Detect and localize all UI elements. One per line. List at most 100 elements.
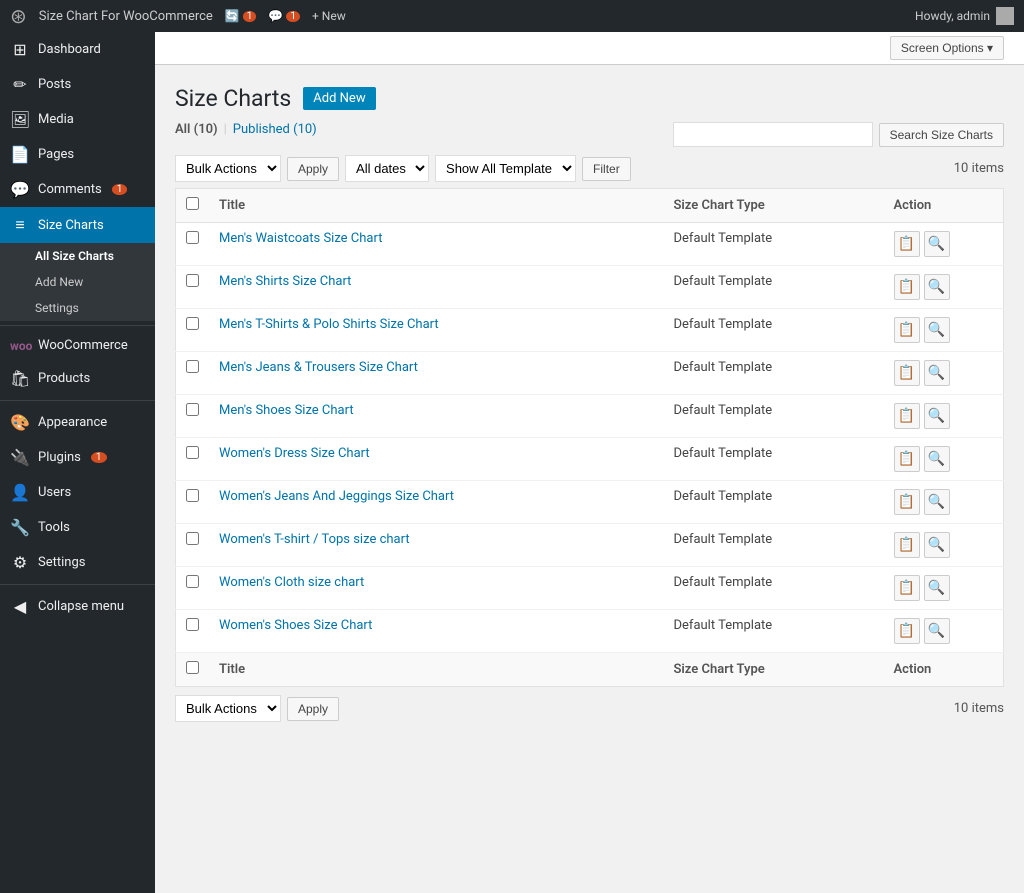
edit-icon-1[interactable]: 📋 xyxy=(894,274,920,300)
edit-icon-2[interactable]: 📋 xyxy=(894,317,920,343)
table-footer: Title Size Chart Type Action xyxy=(176,653,1004,687)
row-checkbox-cell xyxy=(176,352,210,395)
top-toolbar: Bulk Actions Apply All dates Show All Te… xyxy=(175,155,631,182)
submenu-item-settings[interactable]: Settings xyxy=(0,295,155,321)
row-type-cell: Default Template xyxy=(664,266,884,309)
select-all-checkbox-top[interactable] xyxy=(186,197,199,210)
sidebar-item-posts[interactable]: ✏ Posts xyxy=(0,67,155,102)
edit-icon-8[interactable]: 📋 xyxy=(894,575,920,601)
select-all-checkbox-bottom[interactable] xyxy=(186,661,199,674)
action-icons: 📋 🔍 xyxy=(894,575,994,601)
copy-icon-6[interactable]: 🔍 xyxy=(924,489,950,515)
edit-icon-4[interactable]: 📋 xyxy=(894,403,920,429)
copy-icon-4[interactable]: 🔍 xyxy=(924,403,950,429)
table-row: Women's Dress Size Chart Default Templat… xyxy=(176,438,1004,481)
row-checkbox-2[interactable] xyxy=(186,317,199,330)
filter-published-link[interactable]: Published (10) xyxy=(233,122,317,147)
row-action-cell: 📋 🔍 xyxy=(884,610,1004,653)
new-content-item[interactable]: + New xyxy=(312,9,346,23)
copy-icon-2[interactable]: 🔍 xyxy=(924,317,950,343)
row-title-link[interactable]: Women's T-shirt / Tops size chart xyxy=(219,532,410,547)
all-dates-select[interactable]: All dates xyxy=(345,155,429,182)
row-checkbox-0[interactable] xyxy=(186,231,199,244)
site-name[interactable]: Size Chart For WooCommerce xyxy=(39,9,213,24)
sidebar-item-products-label: Products xyxy=(38,371,90,386)
table-row: Men's Shirts Size Chart Default Template… xyxy=(176,266,1004,309)
row-title-link[interactable]: Men's Shirts Size Chart xyxy=(219,274,351,289)
screen-options-button[interactable]: Screen Options ▾ xyxy=(890,36,1004,60)
row-checkbox-9[interactable] xyxy=(186,618,199,631)
sidebar-item-plugins[interactable]: 🔌 Plugins 1 xyxy=(0,440,155,475)
edit-icon-0[interactable]: 📋 xyxy=(894,231,920,257)
sidebar-item-collapse[interactable]: ◀ Collapse menu xyxy=(0,589,155,624)
copy-icon-0[interactable]: 🔍 xyxy=(924,231,950,257)
bulk-actions-select-top[interactable]: Bulk Actions xyxy=(175,155,281,182)
updates-item[interactable]: 🔄 1 xyxy=(225,9,257,23)
sidebar-item-settings[interactable]: ⚙ Settings xyxy=(0,545,155,580)
row-checkbox-7[interactable] xyxy=(186,532,199,545)
show-all-template-select[interactable]: Show All Template xyxy=(435,155,576,182)
sidebar-item-woocommerce[interactable]: woo WooCommerce xyxy=(0,330,155,361)
copy-icon-9[interactable]: 🔍 xyxy=(924,618,950,644)
copy-icon-7[interactable]: 🔍 xyxy=(924,532,950,558)
comments-item[interactable]: 💬 1 xyxy=(268,9,300,23)
sidebar-item-media[interactable]: 🖼 Media xyxy=(0,102,155,137)
table-row: Women's Jeans And Jeggings Size Chart De… xyxy=(176,481,1004,524)
edit-icon-5[interactable]: 📋 xyxy=(894,446,920,472)
screen-options-bar: Screen Options ▾ xyxy=(155,32,1024,65)
row-checkbox-3[interactable] xyxy=(186,360,199,373)
table-body: Men's Waistcoats Size Chart Default Temp… xyxy=(176,223,1004,653)
add-new-button[interactable]: Add New xyxy=(303,87,375,110)
edit-icon-3[interactable]: 📋 xyxy=(894,360,920,386)
row-title-link[interactable]: Women's Cloth size chart xyxy=(219,575,364,590)
table-header-title[interactable]: Title xyxy=(209,189,664,223)
row-title-link[interactable]: Men's Jeans & Trousers Size Chart xyxy=(219,360,418,375)
row-action-cell: 📋 🔍 xyxy=(884,481,1004,524)
row-title-link[interactable]: Women's Jeans And Jeggings Size Chart xyxy=(219,489,454,504)
wp-logo-icon: ⊛ xyxy=(10,4,27,28)
sidebar-item-dashboard[interactable]: ⊞ Dashboard xyxy=(0,32,155,67)
row-checkbox-8[interactable] xyxy=(186,575,199,588)
copy-icon-5[interactable]: 🔍 xyxy=(924,446,950,472)
table-footer-title: Title xyxy=(209,653,664,687)
row-action-cell: 📋 🔍 xyxy=(884,524,1004,567)
row-checkbox-cell xyxy=(176,266,210,309)
edit-icon-9[interactable]: 📋 xyxy=(894,618,920,644)
bulk-actions-select-bottom[interactable]: Bulk Actions xyxy=(175,695,281,722)
copy-icon-3[interactable]: 🔍 xyxy=(924,360,950,386)
row-action-cell: 📋 🔍 xyxy=(884,395,1004,438)
apply-button-bottom[interactable]: Apply xyxy=(287,697,339,721)
sidebar-item-appearance[interactable]: 🎨 Appearance xyxy=(0,405,155,440)
submenu-item-add-new[interactable]: Add New xyxy=(0,269,155,295)
sidebar-item-pages[interactable]: 📄 Pages xyxy=(0,137,155,172)
sidebar-item-products[interactable]: 🛍 Products xyxy=(0,361,155,396)
filter-button[interactable]: Filter xyxy=(582,157,631,181)
search-input[interactable] xyxy=(673,122,873,147)
apply-button-top[interactable]: Apply xyxy=(287,157,339,181)
tablenav-top: Bulk Actions Apply All dates Show All Te… xyxy=(175,155,1004,182)
search-size-charts-button[interactable]: Search Size Charts xyxy=(879,123,1004,147)
sidebar-item-users[interactable]: 👤 Users xyxy=(0,475,155,510)
admin-sidebar: ⊞ Dashboard ✏ Posts 🖼 Media 📄 Pages 💬 Co… xyxy=(0,32,155,893)
edit-icon-7[interactable]: 📋 xyxy=(894,532,920,558)
sidebar-item-comments[interactable]: 💬 Comments 1 xyxy=(0,172,155,207)
row-checkbox-5[interactable] xyxy=(186,446,199,459)
copy-icon-8[interactable]: 🔍 xyxy=(924,575,950,601)
sidebar-item-tools[interactable]: 🔧 Tools xyxy=(0,510,155,545)
copy-icon-1[interactable]: 🔍 xyxy=(924,274,950,300)
sidebar-item-size-charts[interactable]: ≡ Size Charts xyxy=(0,207,155,243)
row-checkbox-6[interactable] xyxy=(186,489,199,502)
row-checkbox-1[interactable] xyxy=(186,274,199,287)
collapse-icon: ◀ xyxy=(10,597,30,616)
edit-icon-6[interactable]: 📋 xyxy=(894,489,920,515)
filter-all-link[interactable]: All (10) xyxy=(175,122,218,147)
row-title-link[interactable]: Women's Dress Size Chart xyxy=(219,446,370,461)
row-title-link[interactable]: Men's Waistcoats Size Chart xyxy=(219,231,382,246)
row-checkbox-4[interactable] xyxy=(186,403,199,416)
table-footer-action: Action xyxy=(884,653,1004,687)
row-title-link[interactable]: Men's Shoes Size Chart xyxy=(219,403,354,418)
submenu-item-all-size-charts[interactable]: All Size Charts xyxy=(0,243,155,269)
products-icon: 🛍 xyxy=(10,369,30,388)
row-title-link[interactable]: Men's T-Shirts & Polo Shirts Size Chart xyxy=(219,317,439,332)
row-title-link[interactable]: Women's Shoes Size Chart xyxy=(219,618,372,633)
